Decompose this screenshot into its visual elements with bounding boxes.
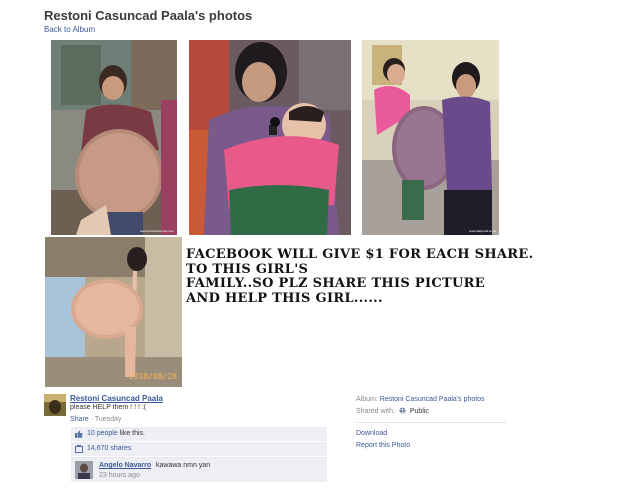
shares-row: 14,670 shares: [71, 442, 327, 456]
comment-timestamp[interactable]: 23 hours ago: [99, 472, 140, 479]
photo-girl-seated[interactable]: www.hindustantimes.com: [51, 40, 177, 235]
commenter-avatar[interactable]: [75, 461, 93, 479]
photo-watermark: www.dailymail.co.uk: [469, 229, 496, 233]
share-link[interactable]: Share: [70, 416, 89, 423]
share-icon: [75, 445, 83, 453]
post-meta: Share · Tuesday: [70, 416, 121, 423]
comment-text: kawawa nmn yan: [156, 462, 211, 469]
post-date: Tuesday: [94, 416, 122, 423]
likes-suffix: like this.: [117, 430, 145, 437]
download-link[interactable]: Download: [356, 430, 387, 437]
comment-item: Angelo Navarro kawawa nmn yan 23 hours a…: [71, 457, 327, 482]
likes-row: 10 people like this.: [71, 427, 327, 441]
caption-line-4: AND HELP THIS GIRL......: [186, 290, 383, 306]
likes-count-link[interactable]: 10 people: [87, 430, 118, 437]
album-link[interactable]: Restoni Casuncad Paala's photos: [380, 396, 485, 403]
caption-line-2: TO THIS GIRL'S: [186, 261, 309, 277]
commenter-name-link[interactable]: Angelo Navarro: [99, 462, 151, 469]
post-text: please HELP them ! ! ! :(: [70, 404, 147, 411]
photo-mother-holding-girl[interactable]: [189, 40, 351, 235]
album-label: Album:: [356, 396, 378, 403]
author-avatar[interactable]: [44, 394, 66, 416]
shares-count-link[interactable]: 14,670 shares: [87, 445, 131, 452]
thumbs-up-icon: [75, 430, 83, 438]
album-row: Album: Restoni Casuncad Paala's photos: [356, 396, 485, 403]
caption-line-1: FACEBOOK WILL GIVE $1 FOR EACH SHARE.: [186, 247, 534, 262]
photo-watermark: www.hindustantimes.com: [140, 229, 174, 233]
page-title: Restoni Casuncad Paala's photos: [44, 8, 253, 23]
feedback-box: 10 people like this. 14,670 shares Angel…: [71, 427, 327, 482]
privacy-value[interactable]: Public: [410, 408, 429, 415]
globe-icon: [399, 407, 406, 414]
shared-with-label: Shared with:: [356, 408, 395, 415]
back-to-album-link[interactable]: Back to Album: [44, 25, 95, 34]
caption-line-3: FAMILY..SO PLZ SHARE THIS PICTURE: [186, 276, 485, 291]
photo-caption-overlay: FACEBOOK WILL GIVE $1 FOR EACH SHARE. TO…: [186, 247, 534, 306]
author-name-link[interactable]: Restoni Casuncad Paala: [70, 394, 163, 403]
photo-datestamp: 2010/08/28: [128, 372, 177, 381]
photo-girl-side-view[interactable]: 2010/08/28: [45, 237, 182, 387]
photo-girl-standing-with-woman[interactable]: www.dailymail.co.uk: [362, 40, 499, 235]
divider: [356, 422, 506, 423]
shared-with-row: Shared with: Public: [356, 407, 429, 415]
report-photo-link[interactable]: Report this Photo: [356, 442, 410, 449]
